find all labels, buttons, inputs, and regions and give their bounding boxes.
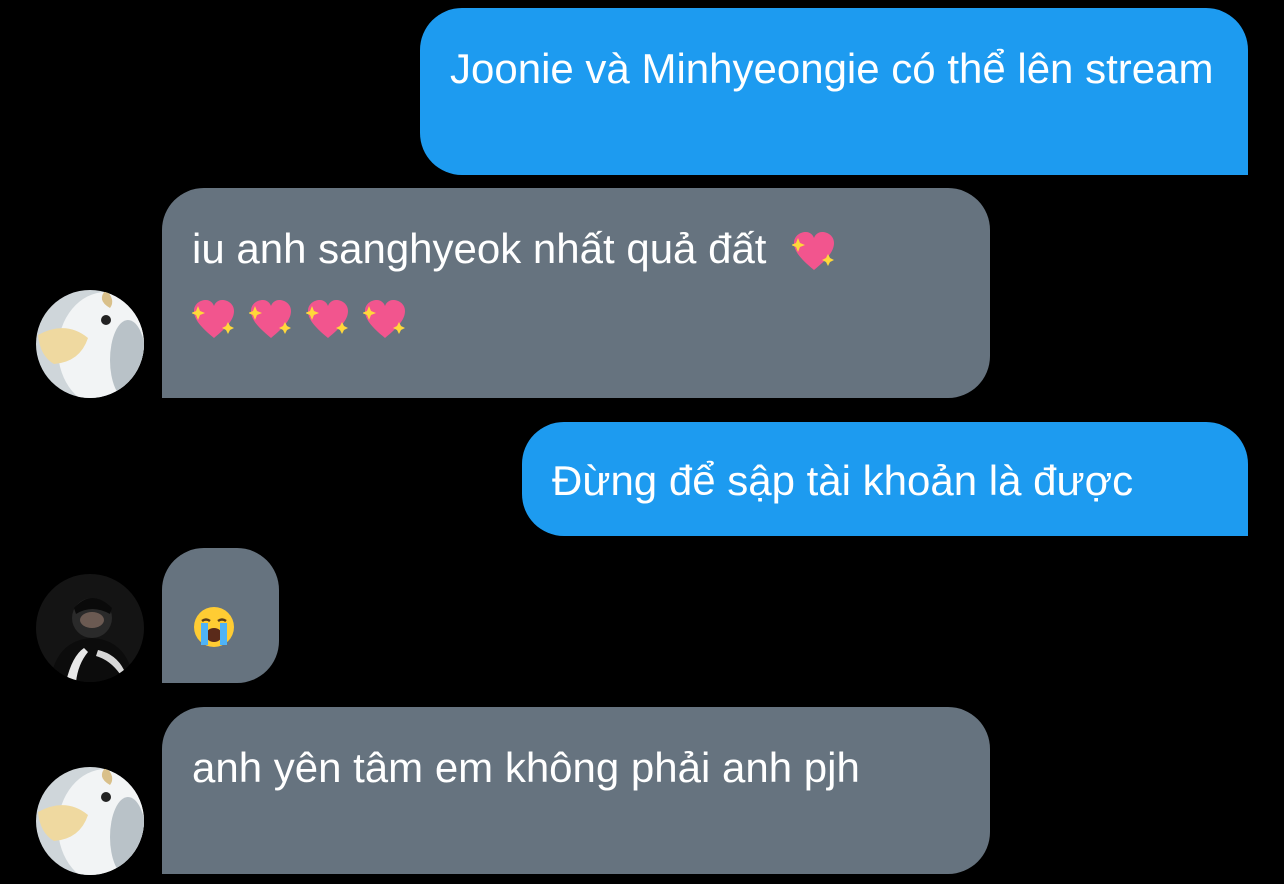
- message-text: Đừng để sập tài khoản là được: [552, 457, 1134, 504]
- received-message-bubble[interactable]: iu anh sanghyeok nhất quả đất: [162, 188, 990, 398]
- sent-message-bubble[interactable]: Joonie và Minhyeongie có thể lên stream: [420, 8, 1248, 175]
- sparkling-heart-icon: [192, 298, 236, 342]
- penguin-plush-avatar[interactable]: [36, 767, 144, 875]
- person-dark-avatar[interactable]: [36, 574, 144, 682]
- received-message-bubble[interactable]: anh yên tâm em không phải anh pjh: [162, 707, 990, 874]
- sent-message-bubble[interactable]: Đừng để sập tài khoản là được: [522, 422, 1248, 536]
- loudly-crying-face-icon: [192, 605, 236, 649]
- received-message-bubble[interactable]: [162, 548, 279, 683]
- sparkling-heart-icon: [363, 298, 407, 342]
- message-text: Joonie và Minhyeongie có thể lên stream: [450, 45, 1214, 92]
- message-text: anh yên tâm em không phải anh pjh: [192, 744, 860, 791]
- sparkling-heart-icon: [249, 298, 293, 342]
- sparkling-heart-icon: [792, 230, 836, 274]
- penguin-plush-avatar[interactable]: [36, 290, 144, 398]
- sparkling-heart-icon: [306, 298, 350, 342]
- message-text: iu anh sanghyeok nhất quả đất: [192, 225, 767, 272]
